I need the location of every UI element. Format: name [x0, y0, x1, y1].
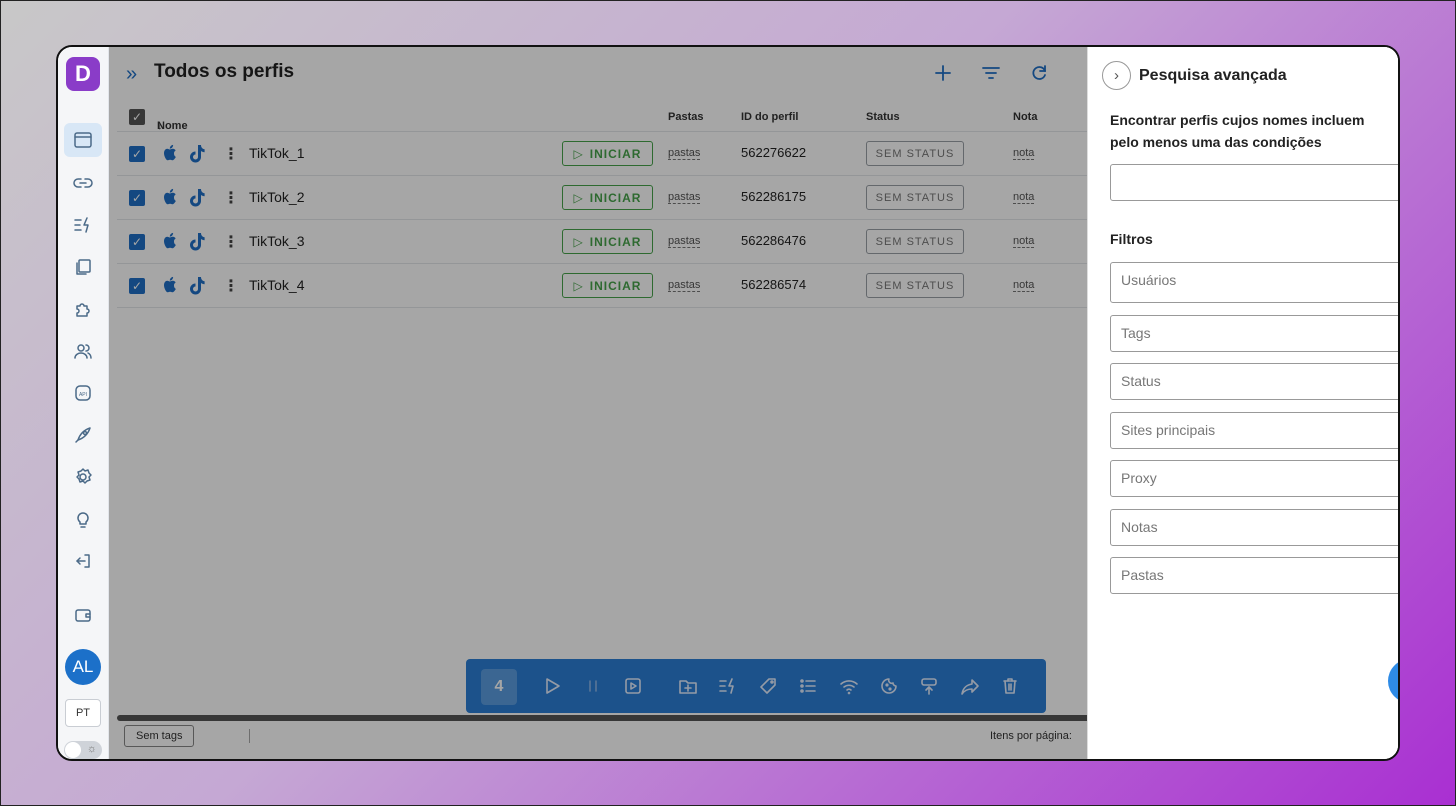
- extension-icon[interactable]: [64, 292, 102, 326]
- tags-select-placeholder: Tags: [1121, 325, 1151, 341]
- folders-select-placeholder: Pastas: [1121, 567, 1164, 583]
- automation-icon[interactable]: [64, 208, 102, 242]
- main-content: » Todos os perfis ✓ Nome ↓ Pastas ID do …: [109, 47, 1400, 759]
- tags-select[interactable]: Tags ▼: [1110, 315, 1398, 352]
- users-select-placeholder: Usuários: [1121, 272, 1177, 288]
- avatar[interactable]: AL: [65, 649, 101, 685]
- sun-icon: ☼: [86, 743, 97, 755]
- chat-support-button[interactable]: [1388, 659, 1400, 703]
- wallet-icon[interactable]: [64, 598, 102, 632]
- modal-overlay[interactable]: [109, 47, 1087, 759]
- sidebar: D API AL PT ☼: [58, 47, 109, 759]
- proxy-select[interactable]: Proxy ▼: [1110, 460, 1398, 497]
- status-select-placeholder: Status: [1121, 373, 1161, 389]
- panel-description: Encontrar perfis cujos nomes incluem pel…: [1110, 112, 1365, 150]
- logout-icon[interactable]: [64, 544, 102, 578]
- close-panel-button[interactable]: ›: [1102, 61, 1131, 90]
- api-icon[interactable]: API: [64, 376, 102, 410]
- users-icon[interactable]: [64, 334, 102, 368]
- rocket-icon[interactable]: [64, 418, 102, 452]
- status-select[interactable]: Status ▼: [1110, 363, 1398, 400]
- settings-icon[interactable]: [64, 460, 102, 494]
- language-selector[interactable]: PT: [65, 699, 101, 727]
- main-sites-select[interactable]: Sites principais ▼: [1110, 412, 1398, 449]
- app-window: D API AL PT ☼ » Todos os perfis ✓ Nome ↓…: [56, 45, 1400, 761]
- notes-input[interactable]: Notas: [1110, 509, 1398, 546]
- theme-toggle[interactable]: ☼: [64, 741, 102, 759]
- browser-icon[interactable]: [64, 123, 102, 157]
- lightbulb-icon[interactable]: [64, 502, 102, 536]
- folders-select[interactable]: Pastas ▼: [1110, 557, 1398, 594]
- proxy-select-placeholder: Proxy: [1121, 470, 1157, 486]
- copy-icon[interactable]: [64, 250, 102, 284]
- filters-title: Filtros: [1110, 231, 1153, 247]
- chat-icon: [1399, 670, 1400, 692]
- app-logo[interactable]: D: [66, 57, 100, 91]
- main-sites-select-placeholder: Sites principais: [1121, 422, 1216, 438]
- toggle-knob: [65, 742, 81, 758]
- panel-title: Pesquisa avançada: [1139, 67, 1287, 84]
- chevron-right-icon: ›: [1114, 67, 1119, 84]
- name-search-input[interactable]: [1110, 164, 1398, 201]
- users-select[interactable]: Usuários ▼: [1110, 262, 1398, 303]
- advanced-search-panel: › Pesquisa avançada Encontrar perfis cuj…: [1087, 47, 1400, 759]
- svg-text:API: API: [79, 392, 87, 398]
- link-icon[interactable]: [64, 166, 102, 200]
- notes-input-placeholder: Notas: [1121, 519, 1158, 535]
